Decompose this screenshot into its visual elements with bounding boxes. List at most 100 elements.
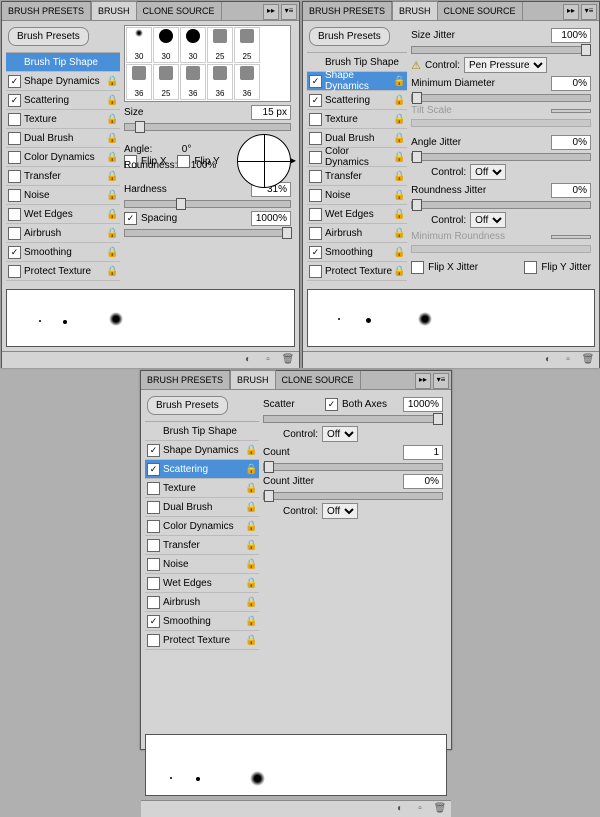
- trash-icon[interactable]: 🗑: [281, 354, 295, 366]
- tab-brush-presets[interactable]: BRUSH PRESETS: [141, 371, 230, 389]
- collapse-icon[interactable]: ▸▸: [415, 373, 431, 389]
- roundness-control-select[interactable]: Off: [470, 212, 506, 228]
- scatter-label: Scatter: [263, 399, 295, 410]
- opt-color-dynamics[interactable]: Color Dynamics🔒: [6, 148, 120, 167]
- tab-brush[interactable]: BRUSH: [91, 1, 137, 20]
- opt-shape-dynamics[interactable]: ✓Shape Dynamics🔒: [145, 441, 259, 460]
- opt-smoothing[interactable]: ✓Smoothing🔒: [6, 243, 120, 262]
- size-value[interactable]: 15 px: [251, 105, 291, 120]
- tab-clone-source[interactable]: CLONE SOURCE: [137, 2, 222, 20]
- menu-icon[interactable]: ▾≡: [433, 373, 449, 389]
- opt-smoothing[interactable]: ✓Smoothing🔒: [145, 612, 259, 631]
- toggle-preview-icon[interactable]: ◐: [541, 354, 555, 366]
- opt-airbrush[interactable]: Airbrush🔒: [145, 593, 259, 612]
- tab-clone-source[interactable]: CLONE SOURCE: [438, 2, 523, 20]
- opt-brush-tip-shape[interactable]: Brush Tip Shape: [6, 53, 120, 72]
- trash-icon[interactable]: 🗑: [433, 803, 447, 815]
- flipy-jitter-checkbox[interactable]: [524, 261, 537, 274]
- collapse-icon[interactable]: ▸▸: [563, 4, 579, 20]
- lock-icon: 🔒: [393, 247, 405, 258]
- angle-jitter-value[interactable]: 0%: [551, 135, 591, 150]
- tab-brush-presets[interactable]: BRUSH PRESETS: [303, 2, 392, 20]
- opt-texture[interactable]: Texture🔒: [6, 110, 120, 129]
- lock-icon: 🔒: [106, 247, 118, 258]
- min-diameter-value[interactable]: 0%: [551, 76, 591, 91]
- roundness-jitter-value[interactable]: 0%: [551, 183, 591, 198]
- scatter-value[interactable]: 1000%: [403, 397, 443, 412]
- flipx-jitter-checkbox[interactable]: [411, 261, 424, 274]
- opt-color-dynamics[interactable]: Color Dynamics🔒: [145, 517, 259, 536]
- count-value[interactable]: 1: [403, 445, 443, 460]
- new-brush-icon[interactable]: ▫: [413, 803, 427, 815]
- opt-brush-tip-shape[interactable]: Brush Tip Shape: [145, 422, 259, 441]
- opt-smoothing[interactable]: ✓Smoothing🔒: [307, 243, 407, 262]
- lock-icon: 🔒: [106, 171, 118, 182]
- opt-noise[interactable]: Noise🔒: [6, 186, 120, 205]
- brush-presets-button[interactable]: Brush Presets: [8, 27, 89, 46]
- brush-presets-button[interactable]: Brush Presets: [309, 27, 390, 46]
- toggle-preview-icon[interactable]: ◐: [241, 354, 255, 366]
- tab-brush[interactable]: BRUSH: [230, 370, 276, 389]
- opt-transfer[interactable]: Transfer🔒: [145, 536, 259, 555]
- min-diameter-slider[interactable]: [411, 94, 591, 102]
- both-axes-checkbox[interactable]: ✓: [325, 398, 338, 411]
- opt-shape-dynamics[interactable]: ✓Shape Dynamics🔒: [6, 72, 120, 91]
- spacing-value[interactable]: 1000%: [251, 211, 291, 226]
- spacing-slider[interactable]: [124, 229, 291, 237]
- opt-wet-edges[interactable]: Wet Edges🔒: [145, 574, 259, 593]
- spacing-checkbox[interactable]: ✓: [124, 212, 137, 225]
- size-control-select[interactable]: Pen Pressure: [464, 57, 547, 73]
- opt-scattering[interactable]: ✓Scattering🔒: [145, 460, 259, 479]
- opt-airbrush[interactable]: Airbrush🔒: [307, 224, 407, 243]
- opt-airbrush[interactable]: Airbrush🔒: [6, 224, 120, 243]
- angle-widget[interactable]: [237, 134, 291, 188]
- new-brush-icon[interactable]: ▫: [561, 354, 575, 366]
- size-slider[interactable]: [124, 123, 291, 131]
- menu-icon[interactable]: ▾≡: [581, 4, 597, 20]
- opt-dual-brush[interactable]: Dual Brush🔒: [145, 498, 259, 517]
- menu-icon[interactable]: ▾≡: [281, 4, 297, 20]
- opt-dual-brush[interactable]: Dual Brush🔒: [6, 129, 120, 148]
- opt-texture[interactable]: Texture🔒: [307, 110, 407, 129]
- opt-noise[interactable]: Noise🔒: [145, 555, 259, 574]
- roundness-value[interactable]: 100%: [181, 159, 219, 172]
- angle-control-select[interactable]: Off: [470, 164, 506, 180]
- angle-jitter-label: Angle Jitter: [411, 137, 461, 148]
- size-jitter-value[interactable]: 100%: [551, 28, 591, 43]
- count-slider[interactable]: [263, 463, 443, 471]
- tab-clone-source[interactable]: CLONE SOURCE: [276, 371, 361, 389]
- new-brush-icon[interactable]: ▫: [261, 354, 275, 366]
- count-control-select[interactable]: Off: [322, 503, 358, 519]
- opt-transfer[interactable]: Transfer🔒: [6, 167, 120, 186]
- scatter-slider[interactable]: [263, 415, 443, 423]
- opt-wet-edges[interactable]: Wet Edges🔒: [307, 205, 407, 224]
- toggle-preview-icon[interactable]: ◐: [393, 803, 407, 815]
- count-jitter-slider[interactable]: [263, 492, 443, 500]
- brush-tip-grid[interactable]: 30 30 30 25 25 36 25 36 36 36: [124, 25, 291, 102]
- opt-noise[interactable]: Noise🔒: [307, 186, 407, 205]
- opt-scattering[interactable]: ✓Scattering🔒: [307, 91, 407, 110]
- opt-wet-edges[interactable]: Wet Edges🔒: [6, 205, 120, 224]
- opt-protect-texture[interactable]: Protect Texture🔒: [145, 631, 259, 650]
- roundness-jitter-slider[interactable]: [411, 201, 591, 209]
- opt-scattering[interactable]: ✓Scattering🔒: [6, 91, 120, 110]
- opt-protect-texture[interactable]: Protect Texture🔒: [307, 262, 407, 281]
- size-jitter-slider[interactable]: [411, 46, 591, 54]
- lock-icon: 🔒: [245, 559, 257, 570]
- tab-brush[interactable]: BRUSH: [392, 1, 438, 20]
- angle-value[interactable]: 0°: [156, 143, 194, 156]
- count-jitter-value[interactable]: 0%: [403, 474, 443, 489]
- opt-transfer[interactable]: Transfer🔒: [307, 167, 407, 186]
- brush-presets-button[interactable]: Brush Presets: [147, 396, 228, 415]
- opt-shape-dynamics[interactable]: ✓Shape Dynamics🔒: [307, 72, 407, 91]
- hardness-slider[interactable]: [124, 200, 291, 208]
- collapse-icon[interactable]: ▸▸: [263, 4, 279, 20]
- lock-icon: 🔒: [106, 114, 118, 125]
- opt-protect-texture[interactable]: Protect Texture🔒: [6, 262, 120, 281]
- trash-icon[interactable]: 🗑: [581, 354, 595, 366]
- angle-jitter-slider[interactable]: [411, 153, 591, 161]
- tab-brush-presets[interactable]: BRUSH PRESETS: [2, 2, 91, 20]
- scatter-control-select[interactable]: Off: [322, 426, 358, 442]
- opt-color-dynamics[interactable]: Color Dynamics🔒: [307, 148, 407, 167]
- opt-texture[interactable]: Texture🔒: [145, 479, 259, 498]
